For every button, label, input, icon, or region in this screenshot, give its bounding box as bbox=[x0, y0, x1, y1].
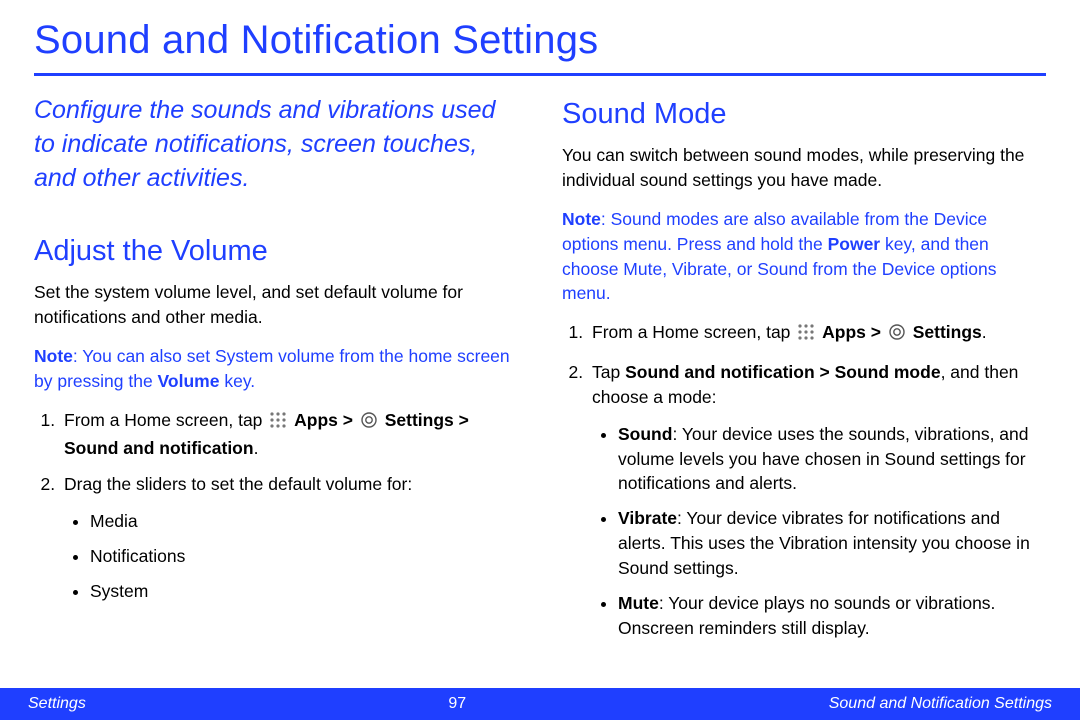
settings-label: Settings bbox=[913, 322, 982, 342]
footer-right: Sound and Notification Settings bbox=[829, 695, 1052, 713]
heading-sound-mode: Sound Mode bbox=[562, 94, 1046, 135]
apps-label: Apps > bbox=[822, 322, 886, 342]
step-text: From a Home screen, tap bbox=[64, 410, 267, 430]
list-item: Media bbox=[90, 509, 518, 534]
settings-gear-icon bbox=[360, 411, 378, 436]
apps-grid-icon bbox=[269, 411, 287, 436]
list-item: From a Home screen, tap Apps > Settings … bbox=[60, 408, 518, 461]
note-sound-mode: Note: Sound modes are also available fro… bbox=[562, 207, 1046, 306]
mode-label: Sound bbox=[618, 424, 672, 444]
note-volume: Note: You can also set System volume fro… bbox=[34, 344, 518, 394]
step-tail: . bbox=[982, 322, 987, 342]
list-item: Mute: Your device plays no sounds or vib… bbox=[618, 591, 1046, 641]
content-columns: Configure the sounds and vibrations used… bbox=[34, 94, 1046, 653]
page-title: Sound and Notification Settings bbox=[34, 18, 1046, 76]
mode-body: : Your device plays no sounds or vibrati… bbox=[618, 593, 995, 638]
list-item: System bbox=[90, 579, 518, 604]
sound-mode-desc: You can switch between sound modes, whil… bbox=[562, 143, 1046, 193]
mode-label: Mute bbox=[618, 593, 659, 613]
list-item: Tap Sound and notification > Sound mode,… bbox=[588, 360, 1046, 640]
heading-adjust-volume: Adjust the Volume bbox=[34, 231, 518, 272]
adjust-volume-desc: Set the system volume level, and set def… bbox=[34, 280, 518, 330]
volume-bullets: Media Notifications System bbox=[64, 509, 518, 604]
list-item: Drag the sliders to set the default volu… bbox=[60, 472, 518, 603]
settings-gear-icon bbox=[888, 323, 906, 348]
mode-body: : Your device uses the sounds, vibration… bbox=[618, 424, 1029, 494]
note-bold: Volume bbox=[158, 371, 220, 391]
sound-mode-steps: From a Home screen, tap Apps > Settings.… bbox=[562, 320, 1046, 640]
right-column: Sound Mode You can switch between sound … bbox=[562, 94, 1046, 653]
mode-bullets: Sound: Your device uses the sounds, vibr… bbox=[592, 422, 1046, 641]
note-bold: Power bbox=[828, 234, 881, 254]
left-column: Configure the sounds and vibrations used… bbox=[34, 94, 518, 653]
step-text: Tap bbox=[592, 362, 625, 382]
note-body: : You can also set System volume from th… bbox=[34, 346, 510, 391]
footer-page-number: 97 bbox=[448, 695, 466, 713]
apps-label: Apps > bbox=[294, 410, 358, 430]
mode-body: : Your device vibrates for notifications… bbox=[618, 508, 1030, 578]
list-item: Notifications bbox=[90, 544, 518, 569]
list-item: Sound: Your device uses the sounds, vibr… bbox=[618, 422, 1046, 497]
note-tail: key. bbox=[219, 371, 255, 391]
step-tail: . bbox=[254, 438, 259, 458]
note-label: Note bbox=[34, 346, 73, 366]
step-text: Drag the sliders to set the default volu… bbox=[64, 474, 412, 494]
apps-grid-icon bbox=[797, 323, 815, 348]
intro-text: Configure the sounds and vibrations used… bbox=[34, 94, 518, 195]
step-text: From a Home screen, tap bbox=[592, 322, 795, 342]
footer-bar: Settings 97 Sound and Notification Setti… bbox=[0, 688, 1080, 720]
footer-left: Settings bbox=[28, 695, 86, 713]
page: Sound and Notification Settings Configur… bbox=[0, 0, 1080, 720]
list-item: From a Home screen, tap Apps > Settings. bbox=[588, 320, 1046, 348]
list-item: Vibrate: Your device vibrates for notifi… bbox=[618, 506, 1046, 581]
mode-label: Vibrate bbox=[618, 508, 677, 528]
step-bold: Sound and notification > Sound mode bbox=[625, 362, 940, 382]
adjust-volume-steps: From a Home screen, tap Apps > Settings … bbox=[34, 408, 518, 604]
note-label: Note bbox=[562, 209, 601, 229]
